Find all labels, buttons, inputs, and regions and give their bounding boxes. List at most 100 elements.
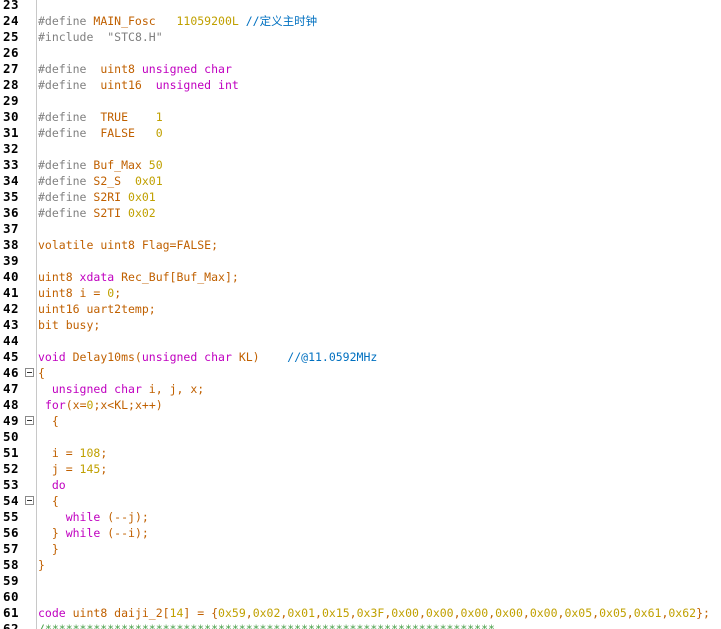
code-editor[interactable]: 23 24 #define MAIN_Fosc 11059200L //定义主时钟 2… — [0, 0, 721, 629]
code-token: 0x61 — [633, 606, 662, 620]
code-line[interactable]: 25 #include "STC8.H" — [0, 29, 721, 45]
code-token: 0x01 — [128, 190, 156, 204]
code-line[interactable]: 46{ — [0, 365, 721, 381]
code-line[interactable]: 41 uint8 i = 0; — [0, 285, 721, 301]
code-line[interactable]: 23 — [0, 0, 721, 13]
code-token: } — [38, 558, 45, 572]
code-line[interactable]: 58} — [0, 557, 721, 573]
fold-collapse-icon[interactable] — [25, 368, 34, 377]
line-number: 37 — [3, 221, 20, 236]
code-line[interactable]: 35 #define S2RI 0x01 — [0, 189, 721, 205]
code-line[interactable]: 30 #define TRUE 1 — [0, 109, 721, 125]
code-line[interactable]: 53 do — [0, 477, 721, 493]
code-token: while — [65, 526, 108, 540]
code-line[interactable]: 39 — [0, 253, 721, 269]
code-line[interactable]: 38 volatile uint8 Flag=FALSE; — [0, 237, 721, 253]
code-line[interactable]: 36 #define S2TI 0x02 — [0, 205, 721, 221]
line-number: 33 — [3, 157, 20, 172]
code-text: #define S2RI 0x01 — [38, 189, 156, 205]
code-token: uint8 — [100, 238, 142, 252]
code-line[interactable]: 62 /*************************************… — [0, 621, 721, 629]
code-line[interactable]: 49 { — [0, 413, 721, 429]
line-number: 48 — [3, 397, 20, 412]
code-text: uint8 xdata Rec_Buf[Buf_Max]; — [38, 269, 239, 285]
code-line[interactable]: 40 uint8 xdata Rec_Buf[Buf_Max]; — [0, 269, 721, 285]
code-line[interactable]: 47 unsigned char i, j, x; — [0, 381, 721, 397]
line-number: 43 — [3, 317, 20, 332]
code-token: (--j); — [107, 510, 149, 524]
code-token: 0x00 — [425, 606, 454, 620]
code-line[interactable]: 24 #define MAIN_Fosc 11059200L //定义主时钟 — [0, 13, 721, 29]
code-line[interactable]: 32 — [0, 141, 721, 157]
code-token: i = — [79, 286, 108, 300]
code-line[interactable]: 54 { — [0, 493, 721, 509]
line-number: 36 — [3, 205, 20, 220]
code-token: Buf_Max — [93, 158, 142, 172]
line-number: 23 — [3, 0, 20, 12]
code-line[interactable]: 55 while (--j); — [0, 509, 721, 525]
line-number: 50 — [3, 429, 20, 444]
line-number: 53 — [3, 477, 20, 492]
code-line[interactable]: 56 } while (--i); — [0, 525, 721, 541]
line-number: 55 — [3, 509, 20, 524]
line-number: 59 — [3, 573, 20, 588]
code-token: uint8 — [38, 270, 80, 284]
code-line[interactable]: 26 — [0, 45, 721, 61]
code-line[interactable]: 43 bit busy; — [0, 317, 721, 333]
code-text: uint8 i = 0; — [38, 285, 121, 301]
code-line[interactable]: 42 uint16 uart2temp; — [0, 301, 721, 317]
code-line[interactable]: 52 j = 145; — [0, 461, 721, 477]
code-token: 0x59 — [218, 606, 246, 620]
code-text: void Delay10ms(unsigned char KL) //@11.0… — [38, 349, 377, 365]
code-token: code — [38, 606, 73, 620]
code-line[interactable]: 48 for(x=0;x<KL;x++) — [0, 397, 721, 413]
code-line[interactable]: 34 #define S2_S 0x01 — [0, 173, 721, 189]
code-line[interactable]: 31 #define FALSE 0 — [0, 125, 721, 141]
code-line[interactable]: 27 #define uint8 unsigned char — [0, 61, 721, 77]
code-line[interactable]: 50 — [0, 429, 721, 445]
code-line[interactable]: 29 — [0, 93, 721, 109]
code-text: } — [38, 557, 45, 573]
fold-collapse-icon[interactable] — [25, 416, 34, 425]
code-token: 108 — [79, 446, 101, 460]
code-line[interactable]: 44 — [0, 333, 721, 349]
line-number: 32 — [3, 141, 20, 156]
code-line[interactable]: 28 #define uint16 unsigned int — [0, 77, 721, 93]
code-token: (x= — [65, 398, 87, 412]
line-number: 42 — [3, 301, 20, 316]
code-token: "STC8.H" — [107, 30, 163, 44]
code-token: do — [38, 478, 66, 492]
code-line[interactable]: 59 — [0, 573, 721, 589]
code-line[interactable]: 57 } — [0, 541, 721, 557]
code-line[interactable]: 51 i = 108; — [0, 445, 721, 461]
code-line[interactable]: 61 code uint8 daiji_2[14] = {0x59,0x02,0x… — [0, 605, 721, 621]
code-token: unsigned char — [141, 350, 239, 364]
line-number: 57 — [3, 541, 20, 556]
fold-collapse-icon[interactable] — [25, 496, 34, 505]
line-number: 27 — [3, 61, 20, 76]
code-text: { — [38, 413, 59, 429]
code-token: unsigned int — [155, 78, 239, 92]
code-token: #include — [38, 30, 108, 44]
code-line[interactable]: 33 #define Buf_Max 50 — [0, 157, 721, 173]
code-text: #define TRUE 1 — [38, 109, 163, 125]
code-line[interactable]: 60 — [0, 589, 721, 605]
code-line[interactable]: 37 — [0, 221, 721, 237]
code-line[interactable]: 45 void Delay10ms(unsigned char KL) //@11… — [0, 349, 721, 365]
code-token: //定义主时钟 — [245, 14, 318, 28]
code-token: { — [38, 414, 59, 428]
code-text: do — [38, 477, 66, 493]
code-token: Flag=FALSE; — [141, 238, 219, 252]
code-token: //@11.0592MHz — [287, 350, 378, 364]
code-token: MAIN_Fosc — [93, 14, 156, 28]
line-number: 60 — [3, 589, 20, 604]
code-token: uart2temp; — [86, 302, 156, 316]
code-token: #define — [38, 78, 101, 92]
